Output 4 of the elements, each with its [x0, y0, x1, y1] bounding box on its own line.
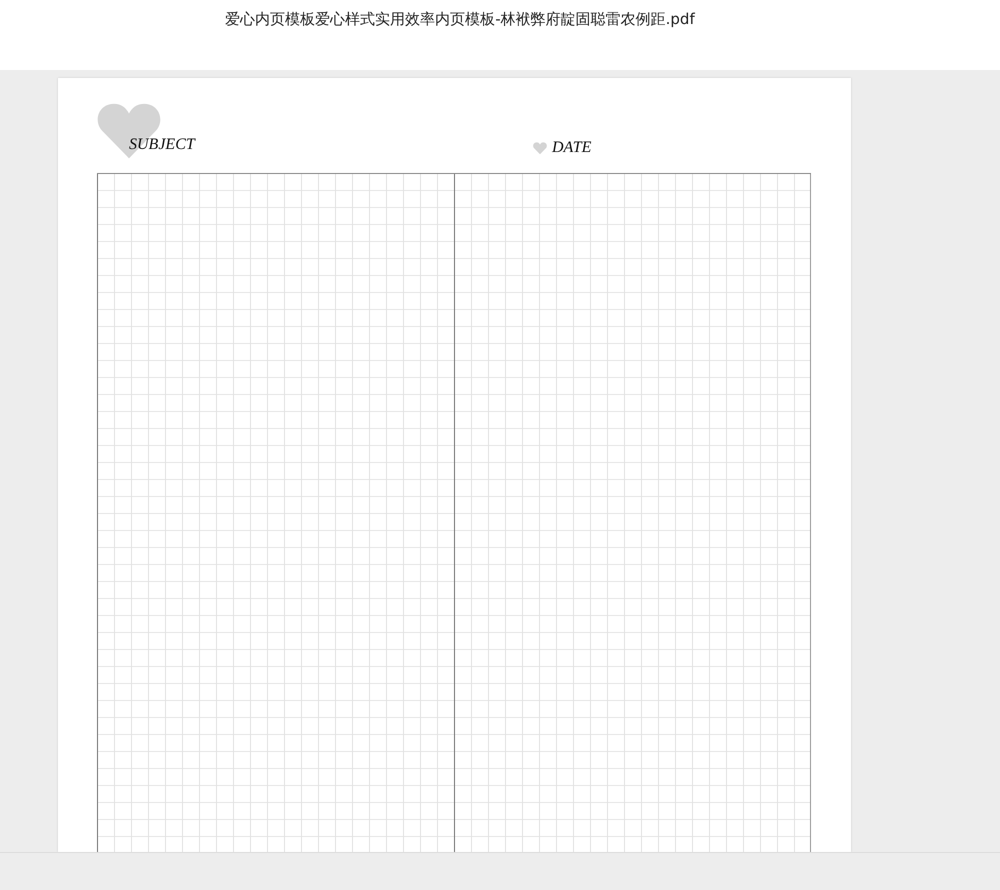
date-label: DATE: [552, 139, 592, 157]
document-title: 爱心内页模板爱心样式实用效率内页模板-林袱弊府靛固聪雷农例距.pdf: [225, 9, 695, 30]
heart-icon: [533, 142, 547, 154]
subject-label: SUBJECT: [129, 136, 195, 154]
